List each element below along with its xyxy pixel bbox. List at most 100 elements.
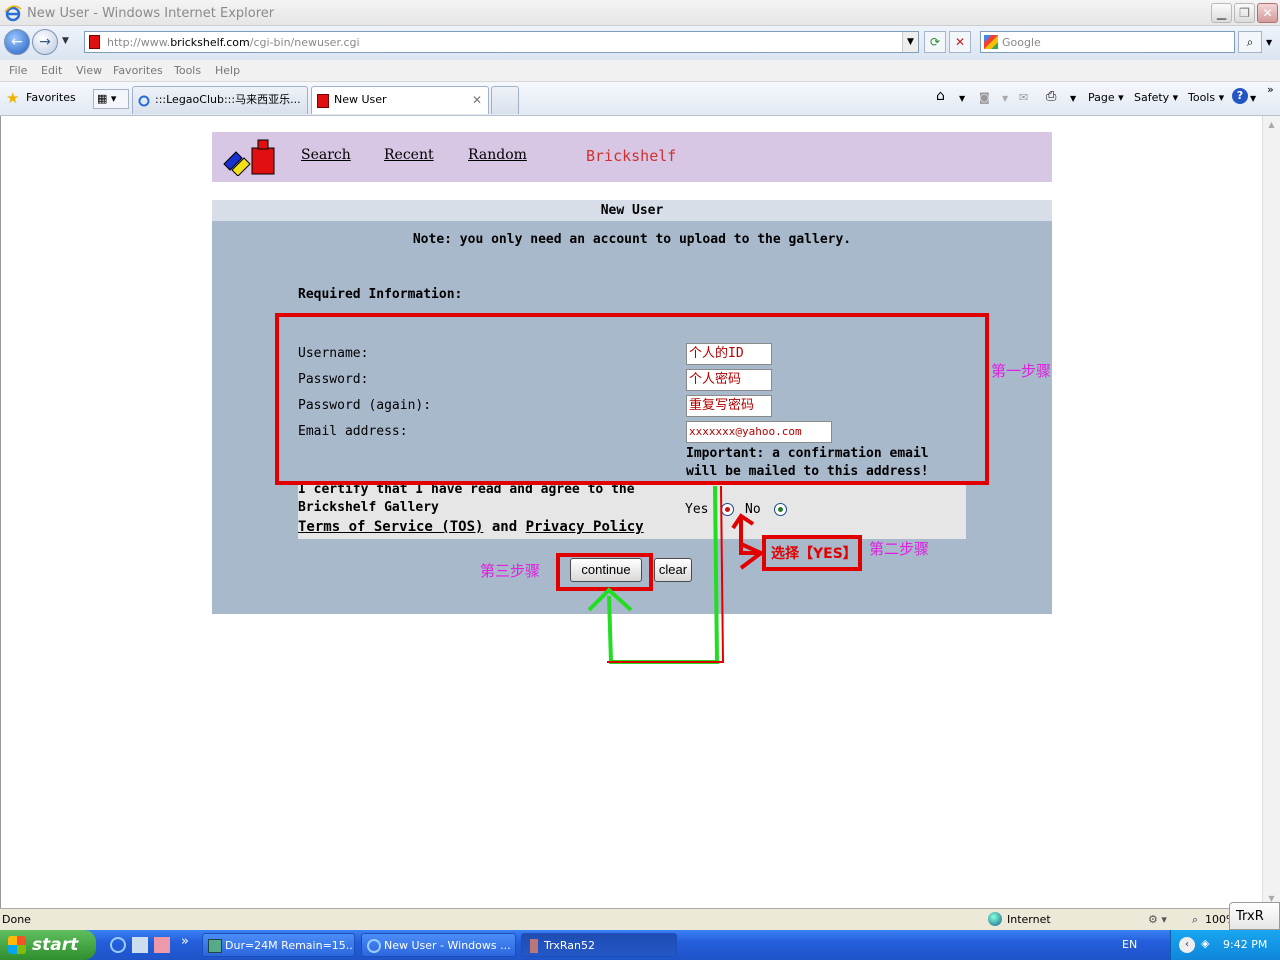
restore-button[interactable]: ❐: [1234, 3, 1255, 23]
task-label: New User - Windows ...: [384, 939, 511, 952]
quicklaunch-messenger-icon[interactable]: [154, 937, 170, 953]
minimize-button[interactable]: ▁: [1211, 3, 1232, 23]
status-text: Done: [2, 913, 31, 926]
and-text: and: [491, 519, 518, 535]
menu-help[interactable]: Help: [215, 64, 240, 77]
address-url: http://www.brickshelf.com/cgi-bin/newuse…: [107, 36, 360, 49]
ie-page-icon: [138, 95, 150, 107]
start-button[interactable]: start: [0, 930, 96, 960]
yes-radio[interactable]: [721, 503, 734, 516]
stop-icon[interactable]: ✕: [949, 31, 971, 53]
no-radio[interactable]: [774, 503, 787, 516]
step3-annotation: 第三步骤: [480, 562, 541, 580]
protected-mode-icon[interactable]: ⚙ ▾: [1148, 913, 1167, 926]
feeds-icon[interactable]: ◙: [979, 91, 990, 104]
page-menu[interactable]: Page ▾: [1088, 91, 1124, 104]
taskbar-item-trxran52[interactable]: TrxRan52: [521, 933, 677, 957]
help-icon[interactable]: ?: [1232, 88, 1248, 104]
task-label: Dur=24M Remain=15...: [225, 939, 355, 952]
search-go-icon[interactable]: ⌕: [1238, 31, 1262, 53]
google-logo-icon: [984, 35, 998, 49]
recent-link[interactable]: Recent: [384, 147, 434, 163]
zone-label: Internet: [1007, 913, 1051, 926]
address-dropdown-icon[interactable]: ▼: [902, 32, 918, 52]
form-note: Note: you only need an account to upload…: [412, 232, 852, 247]
search-options-icon[interactable]: ▼: [1266, 38, 1272, 47]
certify-text-line2: Brickshelf Gallery: [298, 500, 439, 515]
step2-annotation: 第二步骤: [869, 540, 930, 558]
menu-favorites[interactable]: Favorites: [113, 64, 163, 77]
address-bar[interactable]: http://www.brickshelf.com/cgi-bin/newuse…: [84, 31, 919, 53]
quicklaunch-overflow-icon[interactable]: »: [181, 934, 189, 949]
page-viewport: Search Recent Random Brickshelf New User…: [0, 116, 1262, 908]
navigation-bar: ← → ▼ http://www.brickshelf.com/cgi-bin/…: [0, 26, 1280, 60]
brickshelf-logo-icon[interactable]: [222, 138, 278, 176]
menu-bar: File Edit View Favorites Tools Help: [0, 60, 1280, 82]
favorites-button[interactable]: Favorites: [26, 91, 76, 104]
certify-links: Terms of Service (TOS) and Privacy Polic…: [298, 519, 644, 535]
language-indicator[interactable]: EN: [1122, 938, 1137, 951]
internet-zone-icon: [988, 912, 1002, 926]
menu-tools[interactable]: Tools: [174, 64, 201, 77]
system-tray: ‹ ◈ 9:42 PM: [1170, 930, 1280, 960]
help-dropdown-icon[interactable]: ▼: [1250, 94, 1256, 103]
quicklaunch-desktop-icon[interactable]: [132, 937, 148, 953]
close-tab-icon[interactable]: ✕: [472, 87, 482, 113]
refresh-icon[interactable]: ⟳: [924, 31, 946, 53]
section-heading: Required Information:: [298, 287, 463, 302]
taskbar-item-new-user[interactable]: New User - Windows ...: [361, 933, 516, 957]
taskbar: start » Dur=24M Remain=15... New User - …: [0, 930, 1280, 960]
print-icon[interactable]: ⎙: [1046, 89, 1056, 104]
safety-menu[interactable]: Safety ▾: [1134, 91, 1178, 104]
ie-logo-icon: [4, 5, 22, 22]
taskbar-item-dur[interactable]: Dur=24M Remain=15...: [202, 933, 355, 957]
menu-edit[interactable]: Edit: [41, 64, 62, 77]
quick-tabs-button[interactable]: ▦ ▾: [93, 89, 129, 109]
floating-window-label: TrxR: [1236, 909, 1264, 924]
task-label: TrxRan52: [544, 939, 595, 952]
tos-link[interactable]: Terms of Service (TOS): [298, 519, 483, 535]
feeds-dropdown-icon[interactable]: ▼: [1002, 94, 1008, 103]
tab-legaoclub[interactable]: :::LegaoClub:::马来西亚乐...: [132, 86, 308, 114]
brand-title: Brickshelf: [586, 147, 677, 165]
new-tab-button[interactable]: [491, 86, 519, 114]
read-mail-icon[interactable]: ✉: [1019, 91, 1028, 104]
tab-label: New User: [334, 93, 387, 106]
start-label: start: [32, 935, 79, 955]
tools-menu[interactable]: Tools ▾: [1188, 91, 1224, 104]
vertical-scrollbar[interactable]: ▲ ▼: [1262, 116, 1280, 908]
privacy-policy-link[interactable]: Privacy Policy: [526, 519, 644, 535]
home-icon[interactable]: ⌂: [936, 88, 945, 104]
quicklaunch-ie-icon[interactable]: [110, 937, 126, 953]
zoom-icon[interactable]: ⌕: [1192, 913, 1198, 927]
toolbar-overflow-icon[interactable]: »: [1267, 83, 1274, 96]
app-icon: [530, 939, 538, 953]
brickshelf-favicon-icon: [317, 94, 329, 108]
history-dropdown-icon[interactable]: ▼: [62, 36, 69, 46]
forward-button[interactable]: →: [32, 29, 58, 55]
home-dropdown-icon[interactable]: ▼: [959, 94, 965, 103]
window-title: New User - Windows Internet Explorer: [27, 6, 275, 21]
close-window-button[interactable]: ✕: [1257, 3, 1278, 23]
floating-window-tab[interactable]: TrxR: [1229, 902, 1280, 930]
title-bar: New User - Windows Internet Explorer ▁ ❐…: [0, 0, 1280, 26]
menu-file[interactable]: File: [9, 64, 27, 77]
favorites-tab-bar: ★ Favorites ▦ ▾ :::LegaoClub:::马来西亚乐... …: [0, 82, 1280, 116]
random-link[interactable]: Random: [468, 147, 527, 163]
scroll-up-icon[interactable]: ▲: [1265, 118, 1278, 132]
print-dropdown-icon[interactable]: ▼: [1070, 94, 1076, 103]
back-button[interactable]: ←: [4, 29, 30, 55]
favorites-star-icon[interactable]: ★: [6, 89, 19, 107]
menu-view[interactable]: View: [76, 64, 102, 77]
site-header: Search Recent Random Brickshelf: [212, 132, 1052, 182]
yes-label: Yes: [685, 502, 709, 517]
search-link[interactable]: Search: [301, 147, 351, 163]
tab-new-user[interactable]: New User ✕: [311, 86, 489, 114]
tray-network-icon[interactable]: ◈: [1201, 937, 1209, 950]
tab-label: :::LegaoClub:::马来西亚乐...: [155, 93, 301, 106]
clock: 9:42 PM: [1223, 938, 1268, 951]
clear-button[interactable]: clear: [654, 558, 692, 582]
search-input[interactable]: Google: [980, 31, 1235, 53]
tray-expand-icon[interactable]: ‹: [1179, 937, 1195, 953]
form-title: New User: [212, 200, 1052, 221]
